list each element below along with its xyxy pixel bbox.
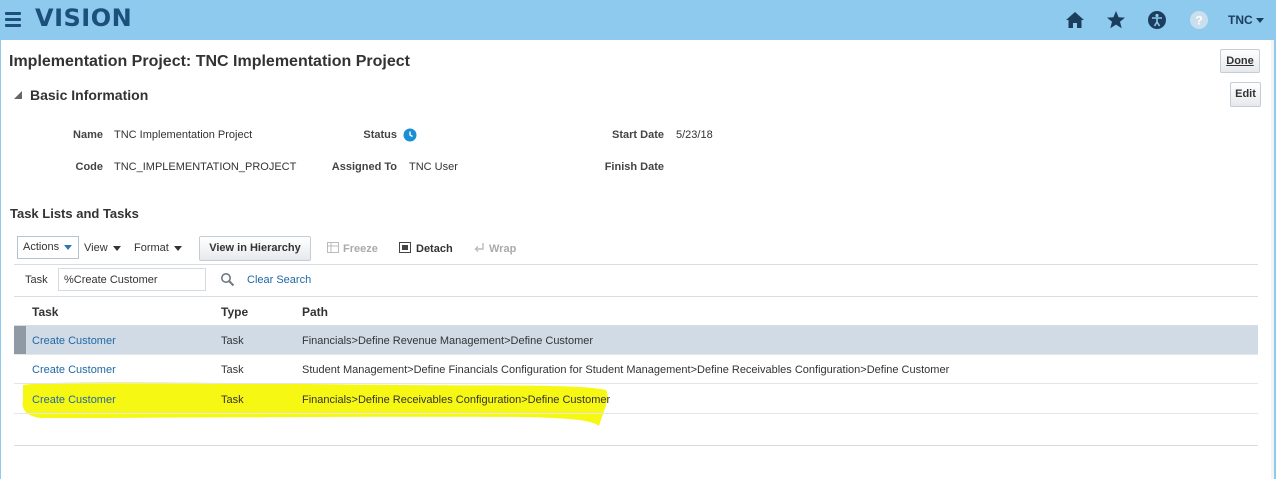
finish-date-label: Finish Date xyxy=(604,161,664,173)
done-button[interactable]: Done xyxy=(1220,49,1260,73)
status-label: Status xyxy=(363,129,397,141)
app-logo[interactable]: VISION xyxy=(35,4,132,32)
chevron-down-icon xyxy=(1255,18,1264,24)
scrollbar-track[interactable] xyxy=(1271,40,1274,479)
table-row[interactable]: Create Customer Task Financials>Define R… xyxy=(14,326,1258,355)
chevron-down-icon xyxy=(173,245,182,251)
chevron-down-icon xyxy=(64,244,73,250)
detach-button[interactable]: Detach xyxy=(399,242,453,255)
table-row[interactable]: Create Customer Task Student Management>… xyxy=(14,355,1258,384)
page-title: Implementation Project: TNC Implementati… xyxy=(9,53,410,70)
actions-menu[interactable]: Actions xyxy=(17,236,79,259)
freeze-label: Freeze xyxy=(343,243,378,255)
wrap-label: Wrap xyxy=(489,243,517,255)
svg-text:?: ? xyxy=(1195,14,1202,28)
done-label: Done xyxy=(1226,55,1254,67)
accessibility-icon[interactable] xyxy=(1147,10,1167,30)
task-link[interactable]: Create Customer xyxy=(32,335,116,347)
format-menu[interactable]: Format xyxy=(134,242,182,254)
star-icon[interactable] xyxy=(1106,10,1126,30)
row-selection-marker xyxy=(14,326,26,354)
column-header-task[interactable]: Task xyxy=(32,305,58,319)
type-cell: Task xyxy=(221,364,244,376)
menu-icon[interactable] xyxy=(5,12,21,27)
detach-label: Detach xyxy=(416,243,453,255)
table-bottom-border xyxy=(14,445,1258,446)
task-link[interactable]: Create Customer xyxy=(32,364,116,376)
main-panel: Implementation Project: TNC Implementati… xyxy=(1,40,1274,479)
home-icon[interactable] xyxy=(1065,10,1085,30)
freeze-button[interactable]: Freeze xyxy=(327,242,378,255)
table-row[interactable]: Create Customer Task Financials>Define R… xyxy=(14,385,1258,414)
basic-info-toggle[interactable]: Basic Information xyxy=(14,87,148,103)
assigned-label: Assigned To xyxy=(331,161,397,173)
chevron-down-icon xyxy=(112,245,121,251)
edit-button[interactable]: Edit xyxy=(1230,82,1261,107)
code-label: Code xyxy=(75,161,104,173)
section-title: Basic Information xyxy=(30,87,149,103)
wrap-button[interactable]: Wrap xyxy=(473,242,516,255)
view-menu[interactable]: View xyxy=(84,242,121,254)
task-filter-input[interactable] xyxy=(58,268,206,291)
type-cell: Task xyxy=(221,335,244,347)
clear-search-link[interactable]: Clear Search xyxy=(247,274,311,286)
freeze-icon xyxy=(327,242,339,253)
path-cell: Financials>Define Revenue Management>Def… xyxy=(302,335,594,347)
help-icon[interactable]: ? xyxy=(1189,10,1209,30)
start-date-value: 5/23/18 xyxy=(676,129,713,141)
actions-label: Actions xyxy=(23,241,60,253)
collapse-triangle-icon xyxy=(14,91,22,99)
task-filter-label: Task xyxy=(25,274,48,286)
task-lists-heading: Task Lists and Tasks xyxy=(10,206,139,221)
top-header: VISION ? TNC xyxy=(0,0,1276,40)
user-menu[interactable]: TNC xyxy=(1228,13,1264,27)
view-in-hierarchy-button[interactable]: View in Hierarchy xyxy=(199,236,311,261)
search-icon[interactable] xyxy=(220,272,236,288)
toolbar-divider xyxy=(14,264,1258,265)
format-label: Format xyxy=(134,242,169,254)
column-header-path[interactable]: Path xyxy=(302,305,328,319)
column-header-type[interactable]: Type xyxy=(221,305,248,319)
path-cell: Student Management>Define Financials Con… xyxy=(302,364,950,376)
type-cell: Task xyxy=(221,394,244,406)
name-label: Name xyxy=(73,129,103,141)
view-label: View xyxy=(84,242,108,254)
task-link[interactable]: Create Customer xyxy=(32,394,116,406)
start-date-label: Start Date xyxy=(612,129,664,141)
wrap-icon xyxy=(474,243,484,252)
code-value: TNC_IMPLEMENTATION_PROJECT xyxy=(114,161,297,173)
assigned-value: TNC User xyxy=(409,161,458,173)
status-in-progress-icon xyxy=(403,128,417,142)
path-cell: Financials>Define Receivables Configurat… xyxy=(302,394,611,406)
name-value: TNC Implementation Project xyxy=(114,129,253,141)
user-name: TNC xyxy=(1228,13,1253,27)
table-top-border xyxy=(14,296,1258,297)
detach-icon xyxy=(399,242,411,253)
